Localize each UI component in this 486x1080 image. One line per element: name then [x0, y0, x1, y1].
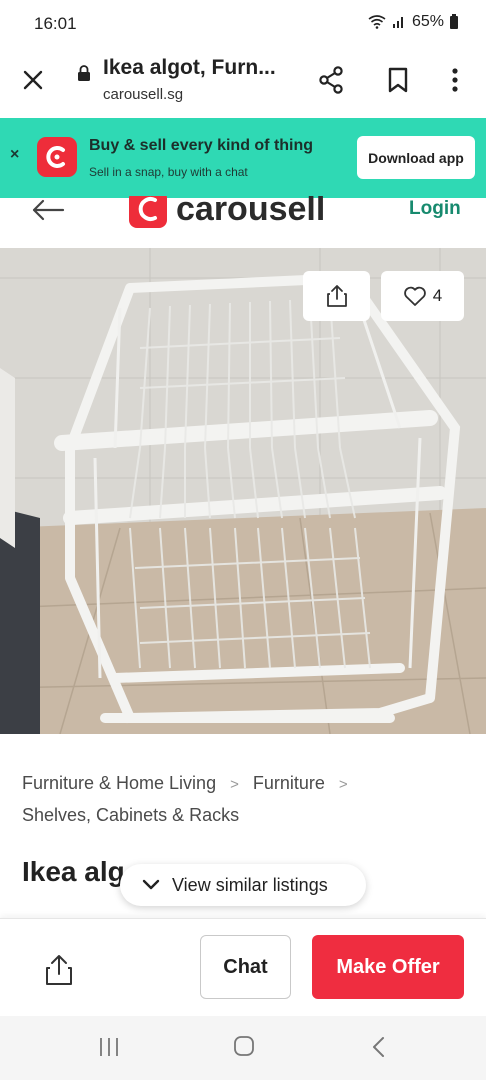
breadcrumb-item-furniture-home-living[interactable]: Furniture & Home Living [22, 773, 216, 793]
bottom-action-bar: Chat Make Offer [0, 918, 486, 1016]
app-download-banner: × Buy & sell every kind of thing Sell in… [0, 118, 486, 198]
chevron-down-icon [142, 879, 160, 890]
listing-title: Ikea alg [22, 856, 125, 887]
home-icon[interactable] [233, 1035, 255, 1057]
bookmark-icon [388, 67, 408, 93]
back-arrow-icon[interactable] [30, 198, 66, 222]
share-upload-icon [326, 285, 347, 307]
like-button[interactable]: 4 [381, 271, 464, 321]
banner-subtitle: Sell in a snap, buy with a chat [89, 165, 248, 179]
status-indicators: 65% [368, 13, 458, 31]
recent-apps-icon[interactable] [98, 1036, 120, 1058]
page-url[interactable]: carousell.sg [103, 86, 183, 103]
lock-icon [78, 65, 90, 81]
heart-icon [403, 286, 426, 306]
share-icon [319, 66, 343, 94]
signal-icon [392, 17, 403, 28]
page-title: Ikea algot, Furn... [103, 56, 276, 79]
battery-icon [450, 13, 458, 29]
view-similar-listings-button[interactable]: View similar listings [120, 864, 366, 906]
close-icon [23, 70, 43, 90]
share-button[interactable] [317, 65, 347, 95]
like-count: 4 [432, 286, 443, 305]
share-upload-icon [46, 955, 72, 985]
breadcrumb-separator: > [230, 776, 239, 793]
share-listing-button[interactable] [303, 271, 370, 321]
banner-title: Buy & sell every kind of thing [89, 137, 314, 154]
system-nav-bar [0, 1016, 486, 1080]
make-offer-button[interactable]: Make Offer [312, 935, 464, 999]
more-vertical-icon [452, 68, 458, 92]
wifi-icon [368, 15, 386, 29]
download-app-button[interactable]: Download app [357, 136, 475, 179]
bookmark-button[interactable] [383, 65, 413, 95]
login-link[interactable]: Login [409, 198, 461, 220]
product-image[interactable]: 4 [0, 248, 486, 734]
site-header: carousell Login [0, 190, 486, 248]
status-time: 16:01 [34, 14, 77, 33]
view-similar-label: View similar listings [172, 874, 328, 895]
breadcrumb: Furniture & Home Living > Furniture > Shelve… [22, 768, 462, 830]
share-action-button[interactable] [44, 953, 74, 987]
breadcrumb-item-furniture[interactable]: Furniture [253, 773, 325, 793]
carousell-app-icon [37, 137, 77, 177]
overflow-menu-button[interactable] [440, 65, 470, 95]
logo-text: carousell [176, 196, 325, 228]
carousell-logo[interactable]: carousell [129, 190, 351, 230]
back-icon[interactable] [371, 1035, 387, 1059]
battery-percent: 65% [411, 13, 444, 30]
close-tab-button[interactable] [18, 65, 48, 95]
status-bar: 16:01 65% [0, 0, 486, 48]
breadcrumb-item-shelves[interactable]: Shelves, Cabinets & Racks [22, 805, 239, 825]
banner-close-button[interactable]: × [10, 146, 19, 164]
browser-toolbar: Ikea algot, Furn... carousell.sg [0, 48, 486, 118]
breadcrumb-separator: > [338, 776, 348, 793]
chat-button[interactable]: Chat [200, 935, 291, 999]
